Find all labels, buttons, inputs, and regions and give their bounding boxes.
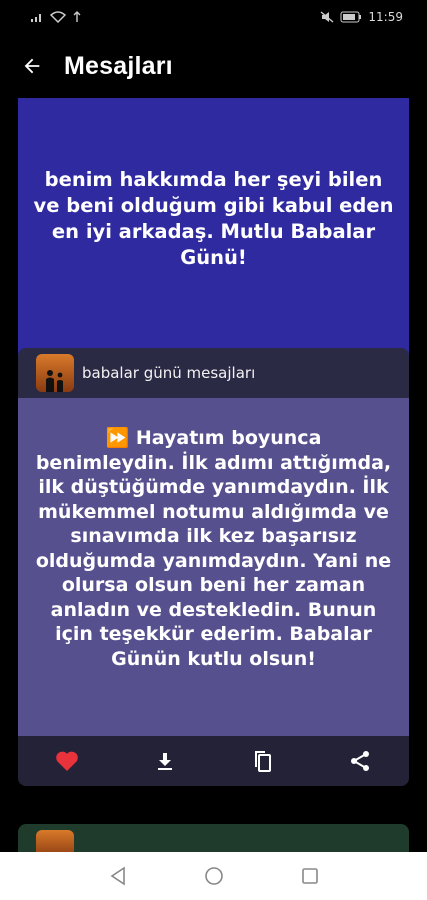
back-button[interactable] [18,52,46,80]
app-bar: Mesajları [0,34,427,98]
page-title: Mesajları [64,51,173,80]
message-body: benim hakkımda her şeyi bilen ve beni ol… [18,98,409,359]
family-icon [46,370,63,392]
usb-icon [73,11,81,22]
home-nav-icon[interactable] [204,866,224,886]
copy-button[interactable] [246,745,278,777]
wifi-icon [50,11,66,23]
favorite-button[interactable] [51,745,83,777]
message-body: ⏩ Hayatım boyunca benimleydin. İlk adımı… [18,398,409,736]
battery-icon [340,11,362,23]
mute-icon [320,11,334,23]
message-text: ⏩ Hayatım boyunca benimleydin. İlk adımı… [35,427,392,670]
status-bar: 11:59 [0,0,427,34]
message-card: babalar günü mesajları ⏩ Hayatım boyunca… [18,348,409,786]
arrow-left-icon [24,58,40,74]
clock: 11:59 [368,10,403,24]
message-list[interactable]: benim hakkımda her şeyi bilen ve beni ol… [0,98,427,852]
share-button[interactable] [344,745,376,777]
heart-icon [56,751,78,771]
download-icon [157,753,172,770]
card-header: babalar günü mesajları [18,348,409,398]
share-icon [351,751,370,771]
app-logo [36,830,74,852]
app-logo [36,354,74,392]
message-card [18,824,409,852]
message-text: benim hakkımda her şeyi bilen ve beni ol… [33,168,394,269]
category-label: babalar günü mesajları [82,364,256,382]
copy-icon [255,751,272,772]
download-button[interactable] [149,745,181,777]
recents-nav-icon[interactable] [301,867,319,885]
back-nav-icon[interactable] [109,866,127,886]
card-actions [18,736,409,786]
system-nav-bar [0,852,427,900]
no-sim-icon [31,14,41,22]
